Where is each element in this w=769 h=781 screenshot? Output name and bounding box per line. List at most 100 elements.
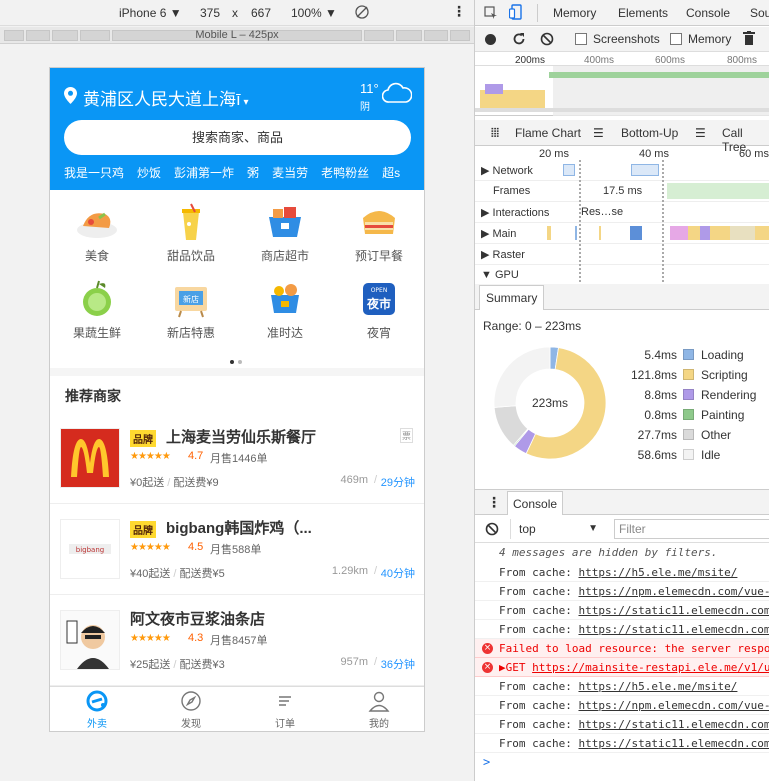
tab-summary[interactable]: Summary xyxy=(479,285,545,310)
monthly-sales: 月售588单 xyxy=(210,544,262,556)
console-messages: 4 messages are hidden by filters. From c… xyxy=(475,543,769,781)
drawer-menu-icon[interactable]: ⋮ xyxy=(487,494,501,511)
main-task[interactable] xyxy=(599,226,601,240)
message-link[interactable]: https://static11.elemecdn.com xyxy=(578,718,769,731)
context-select[interactable]: top ▼ xyxy=(510,519,602,539)
console-error[interactable]: × Failed to load resource: the server res… xyxy=(475,639,769,658)
message-link[interactable]: https://static11.elemecdn.com xyxy=(578,604,769,617)
tab-user[interactable]: 我的 xyxy=(332,690,424,730)
search-input[interactable]: 搜索商家、商品 xyxy=(64,120,411,155)
network-request[interactable] xyxy=(563,164,575,176)
tab-waimai[interactable]: 外卖 xyxy=(50,690,144,730)
inspect-icon[interactable] xyxy=(484,6,498,20)
hot-word[interactable]: 粥 xyxy=(247,166,259,180)
more-icon[interactable]: ⋮ xyxy=(452,3,466,20)
device-toggle-icon[interactable] xyxy=(509,4,523,20)
trash-icon[interactable] xyxy=(743,31,755,46)
console-log[interactable]: From cache: https://static11.elemecdn.co… xyxy=(475,620,769,639)
track-interactions[interactable]: ▶ Interactions Res…se xyxy=(475,202,769,223)
category-food[interactable]: 美食 xyxy=(50,202,144,264)
device-select[interactable]: iPhone 6 ▼ xyxy=(119,6,182,20)
media-query-bar[interactable]: Mobile L – 425px xyxy=(0,27,474,44)
tab-bottom-up[interactable]: Bottom-Up xyxy=(621,126,678,140)
clear-console-icon[interactable] xyxy=(485,522,499,536)
message-link[interactable]: https://h5.ele.me/msite/ xyxy=(578,566,737,579)
tab-console[interactable]: Console xyxy=(686,6,730,20)
message-link[interactable]: https://h5.ele.me/msite/ xyxy=(578,680,737,693)
category-new-store[interactable]: 新店 新店特惠 xyxy=(144,279,238,341)
main-task[interactable] xyxy=(575,226,577,240)
tab-console-drawer[interactable]: Console xyxy=(507,491,564,515)
tab-compass[interactable]: 发现 xyxy=(144,690,238,730)
track-raster[interactable]: ▶ Raster xyxy=(475,244,769,265)
waimai-icon xyxy=(50,690,144,715)
console-log[interactable]: From cache: https://h5.ele.me/msite/ xyxy=(475,563,769,582)
console-log[interactable]: From cache: https://npm.elemecdn.com/vue… xyxy=(475,696,769,715)
console-log[interactable]: From cache: https://static11.elemecdn.co… xyxy=(475,734,769,753)
console-log[interactable]: From cache: https://h5.ele.me/msite/ xyxy=(475,677,769,696)
screenshots-checkbox[interactable] xyxy=(575,33,587,45)
message-link[interactable]: https://mainsite-restapi.ele.me/v1/u xyxy=(532,661,769,674)
width-input[interactable]: 375 xyxy=(200,6,220,20)
pager-dot[interactable] xyxy=(238,360,242,364)
legend-swatch xyxy=(683,389,694,400)
console-log[interactable]: From cache: https://npm.elemecdn.com/vue… xyxy=(475,582,769,601)
reload-icon[interactable] xyxy=(512,32,526,46)
main-task[interactable] xyxy=(547,226,551,240)
hot-word[interactable]: 老鸭粉丝 xyxy=(321,166,369,180)
rotate-icon[interactable] xyxy=(354,4,370,23)
clear-icon[interactable] xyxy=(540,32,554,46)
legend-label: Loading xyxy=(701,348,744,362)
pager-dot[interactable] xyxy=(230,360,234,364)
category-breakfast[interactable]: 预订早餐 xyxy=(332,202,424,264)
pager-dots xyxy=(230,353,242,367)
category-label: 甜品饮品 xyxy=(166,249,215,263)
hot-search-words: 我是一只鸡 炒饭 彭浦第一炸粥麦当劳 老鸭粉丝 超s xyxy=(64,164,413,181)
frame-bar[interactable] xyxy=(667,183,769,199)
main-task[interactable] xyxy=(630,226,642,240)
zoom-select[interactable]: 100% ▼ xyxy=(291,6,337,20)
console-prompt[interactable]: > xyxy=(483,755,490,769)
category-fruit[interactable]: 果蔬生鲜 xyxy=(50,279,144,341)
hot-word[interactable]: 麦当劳 xyxy=(272,166,308,180)
shop-item[interactable]: 阿文夜市豆浆油条店 ★★★★★ 4.3 月售8457单 ¥25起送 / 配送费¥3 957… xyxy=(50,600,424,686)
new-store-icon: 新店 xyxy=(168,279,214,319)
hot-word[interactable]: 超s xyxy=(382,166,400,180)
tab-flame-chart[interactable]: Flame Chart xyxy=(515,126,581,140)
hot-word[interactable]: 我是一只鸡 xyxy=(64,166,124,180)
memory-checkbox[interactable] xyxy=(670,33,682,45)
tab-memory[interactable]: Memory xyxy=(553,6,596,20)
main-task-block[interactable] xyxy=(670,226,769,240)
timeline-overview[interactable]: 200ms 400ms 600ms 800ms xyxy=(475,52,769,116)
track-frames[interactable]: Frames 17.5 ms xyxy=(475,181,769,202)
track-gpu[interactable]: ▼ GPU xyxy=(475,265,769,286)
message-link[interactable]: https://npm.elemecdn.com/vue- xyxy=(578,699,769,712)
height-input[interactable]: 667 xyxy=(251,6,271,20)
console-log[interactable]: From cache: https://static11.elemecdn.co… xyxy=(475,715,769,734)
shop-item[interactable]: bigbang 品牌 bigbang韩国炸鸡（... ★★★★★ 4.5 月售588单 ¥4… xyxy=(50,509,424,595)
track-network[interactable]: ▶ Network xyxy=(475,160,769,181)
category-label: 新店特惠 xyxy=(166,326,215,340)
hot-word[interactable]: 炒饭 xyxy=(137,166,161,180)
category-night[interactable]: OPEN 夜市 夜宵 xyxy=(332,279,424,341)
track-main[interactable]: ▶ Main xyxy=(475,223,769,244)
tab-sources[interactable]: Sou xyxy=(750,6,769,20)
console-error[interactable]: × ▶GET https://mainsite-restapi.ele.me/v1… xyxy=(475,658,769,677)
console-filter-input[interactable]: Filter xyxy=(614,519,769,539)
record-icon[interactable] xyxy=(485,34,496,45)
location-text[interactable]: 黄浦区人民大道上海ī ▾ xyxy=(83,85,258,110)
delivery-time: 40分钟 xyxy=(380,568,415,580)
category-supermarket[interactable]: 商店超市 xyxy=(238,202,332,264)
category-drink[interactable]: 甜品饮品 xyxy=(144,202,238,264)
category-label: 夜宵 xyxy=(366,326,391,340)
tab-order[interactable]: 订单 xyxy=(238,690,332,730)
category-ontime[interactable]: 准时达 xyxy=(238,279,332,341)
hot-word[interactable]: 彭浦第一炸 xyxy=(174,166,234,180)
message-link[interactable]: https://static11.elemecdn.com xyxy=(578,737,769,750)
tab-elements[interactable]: Elements xyxy=(618,6,668,20)
message-link[interactable]: https://npm.elemecdn.com/vue- xyxy=(578,585,769,598)
message-link[interactable]: https://static11.elemecdn.com xyxy=(578,623,769,636)
shop-item[interactable]: 品牌 上海麦当劳仙乐斯餐厅 票 ★★★★★ 4.7 月售1446单 ¥0起送 / 配送费¥9… xyxy=(50,418,424,504)
console-log[interactable]: From cache: https://static11.elemecdn.co… xyxy=(475,601,769,620)
network-request[interactable] xyxy=(631,164,659,176)
